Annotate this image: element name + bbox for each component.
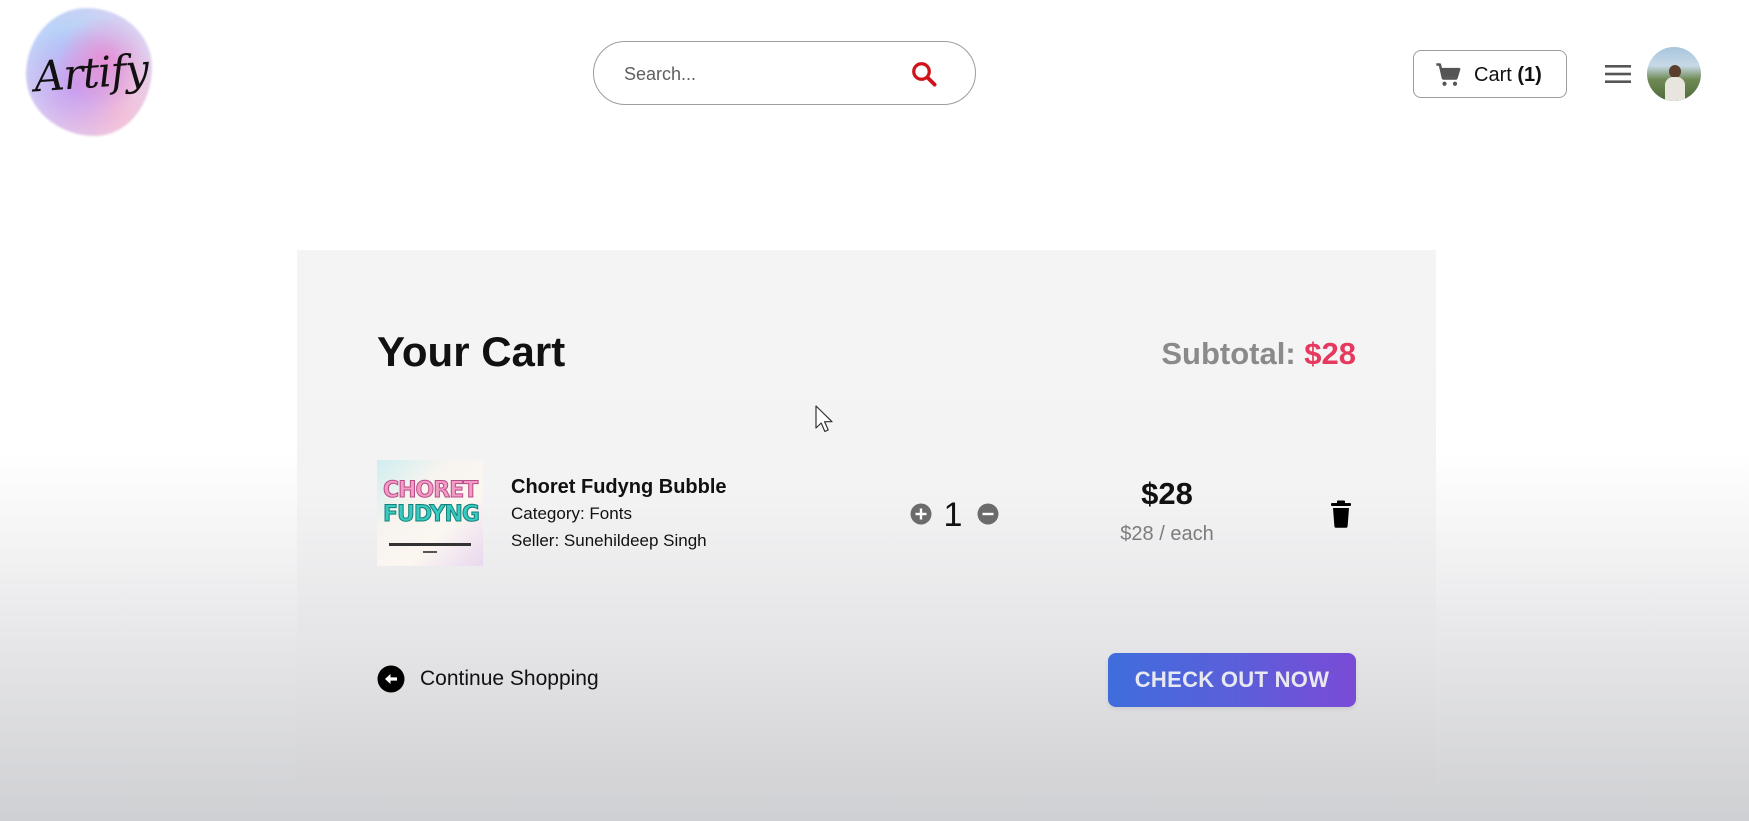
continue-shopping-label: Continue Shopping <box>420 667 599 690</box>
subtotal: Subtotal: $28 <box>1161 336 1356 372</box>
product-category: Category: Fonts <box>511 504 632 523</box>
logo-text: Artify <box>32 44 150 102</box>
quantity-value: 1 <box>943 496 963 534</box>
thumbnail-text-line-1: CHORET <box>383 478 479 504</box>
cart-item-row: CHORET FUDYNG Choret Fudyng Bubble Categ… <box>377 460 1356 570</box>
subtotal-value: $28 <box>1304 336 1356 371</box>
cart-label: Cart (1) <box>1474 64 1542 87</box>
cart-title: Your Cart <box>377 328 566 375</box>
item-unit-price: $28 / each <box>1120 523 1214 545</box>
thumbnail-text-line-2: FUDYNG <box>383 502 481 528</box>
thumbnail-caption-bar <box>389 543 471 546</box>
avatar-body <box>1665 77 1685 101</box>
product-name[interactable]: Choret Fudyng Bubble <box>511 476 727 499</box>
user-avatar[interactable] <box>1647 47 1701 101</box>
checkout-button[interactable]: CHECK OUT NOW <box>1108 653 1356 707</box>
cart-button[interactable]: Cart (1) <box>1413 50 1567 98</box>
quantity-decrease-icon[interactable] <box>977 503 999 525</box>
search-icon[interactable] <box>909 59 939 89</box>
thumbnail-caption-mark <box>423 551 437 553</box>
trash-icon[interactable] <box>1328 500 1354 528</box>
artify-logo[interactable]: Artify <box>26 8 152 136</box>
cart-panel: Your Cart Subtotal: $28 CHORET FUDYNG Ch… <box>297 250 1436 788</box>
cart-icon <box>1436 63 1461 86</box>
product-thumbnail[interactable]: CHORET FUDYNG <box>377 460 483 566</box>
search-input[interactable] <box>622 60 906 88</box>
quantity-increase-icon[interactable] <box>910 503 932 525</box>
cart-count: (1) <box>1517 64 1542 86</box>
cart-text: Cart <box>1474 64 1512 86</box>
item-total-price: $28 <box>1141 476 1193 511</box>
subtotal-label: Subtotal: <box>1161 336 1296 371</box>
arrow-left-circle-icon <box>377 665 405 693</box>
hamburger-menu-icon[interactable] <box>1604 61 1632 87</box>
product-seller: Seller: Sunehildeep Singh <box>511 531 707 550</box>
top-navbar: Artify Cart (1) <box>0 0 1749 150</box>
search-bar <box>593 41 976 105</box>
